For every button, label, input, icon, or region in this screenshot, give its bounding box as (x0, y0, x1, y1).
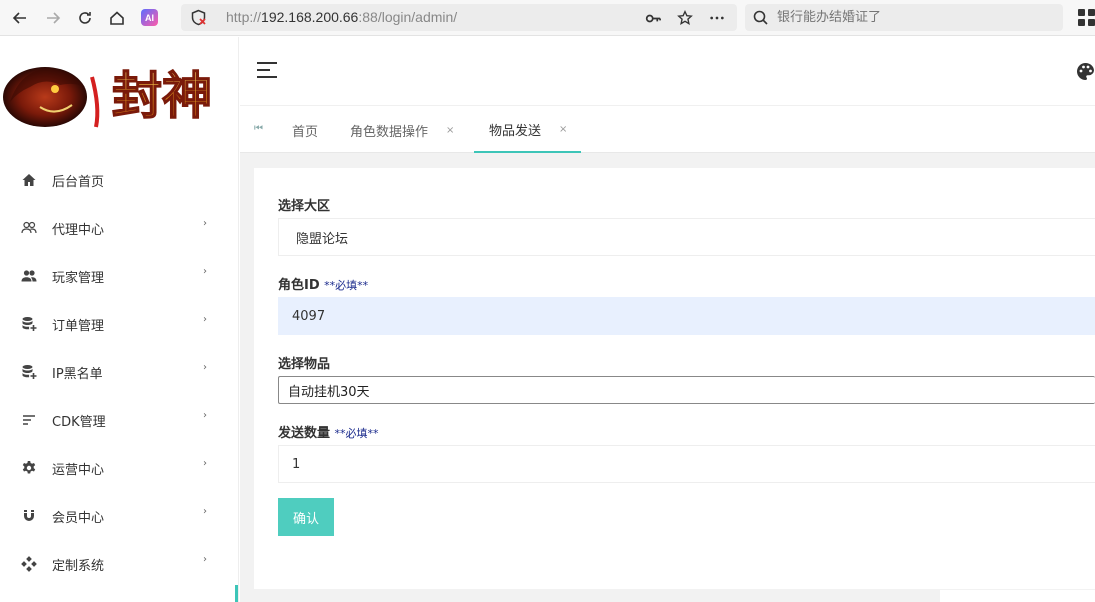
gear-icon (20, 459, 38, 477)
url-text[interactable]: http://192.168.200.66:88/login/admin/ (226, 9, 457, 25)
diamond-dots-icon (20, 555, 38, 573)
sidebar-item-label: 运营中心 (52, 462, 105, 478)
required-hint: **必填** (324, 279, 369, 292)
tab-item-send[interactable]: 物品发送 × (474, 107, 582, 153)
sidebar-item-agent-center[interactable]: 代理中心 › (0, 204, 239, 252)
users-outline-icon (20, 219, 38, 237)
region-label: 选择大区 (278, 199, 331, 214)
chevron-right-icon: › (203, 458, 207, 469)
quantity-label: 发送数量 **必填** (278, 426, 379, 441)
top-header (240, 37, 1095, 106)
tab-close-icon[interactable]: × (446, 125, 454, 136)
tab-home[interactable]: 首页 (292, 107, 318, 153)
sort-lines-icon (20, 411, 38, 429)
palette-icon[interactable] (1076, 62, 1095, 81)
sidebar-item-operation-center[interactable]: 运营中心 › (0, 444, 239, 492)
menu-toggle-icon[interactable] (257, 62, 277, 78)
tab-role-data[interactable]: 角色数据操作 × (350, 107, 454, 153)
address-bar[interactable]: http://192.168.200.66:88/login/admin/ (181, 4, 737, 31)
tab-bar: ⏮ 首页 角色数据操作 × 物品发送 × (240, 107, 1095, 153)
search-input[interactable] (777, 7, 1047, 28)
key-icon[interactable] (644, 9, 662, 27)
sidebar-menu: 后台首页 代理中心 › 玩家管理 › 订单管理 › IP黑名单 › CDK管理 … (0, 156, 239, 588)
more-dots-icon[interactable] (708, 9, 726, 27)
sidebar-item-label: 会员中心 (52, 510, 105, 526)
sidebar-item-order-management[interactable]: 订单管理 › (0, 300, 239, 348)
chevron-right-icon: › (203, 362, 207, 373)
database-add-icon (20, 363, 38, 381)
ai-assistant-icon[interactable]: AI (141, 9, 158, 26)
chevron-right-icon: › (203, 218, 207, 229)
confirm-button[interactable]: 确认 (278, 498, 334, 536)
floating-overlay (940, 590, 1095, 602)
browser-search-box[interactable] (745, 4, 1063, 31)
database-add-icon (20, 315, 38, 333)
browser-toolbar: AI http://192.168.200.66:88/login/admin/ (0, 0, 1095, 36)
sidebar-item-label: 定制系统 (52, 558, 105, 574)
item-select[interactable]: 自动挂机30天 (278, 376, 1095, 404)
chevron-right-icon: › (203, 266, 207, 277)
chevron-right-icon: › (203, 314, 207, 325)
sidebar-item-label: 玩家管理 (52, 270, 105, 286)
sidebar-item-custom-system[interactable]: 定制系统 › (0, 540, 239, 588)
sidebar-item-label: 代理中心 (52, 222, 105, 238)
quantity-input[interactable]: 1 (278, 445, 1095, 483)
search-icon (753, 10, 768, 25)
sidebar-item-player-management[interactable]: 玩家管理 › (0, 252, 239, 300)
sidebar-item-cdk-management[interactable]: CDK管理 › (0, 396, 239, 444)
game-logo: 封神 (0, 47, 236, 137)
insecure-shield-icon[interactable] (190, 9, 207, 26)
chevron-right-icon: › (203, 410, 207, 421)
role-id-label: 角色ID **必填** (278, 278, 369, 293)
region-select[interactable]: 隐盟论坛 (278, 218, 1095, 256)
sidebar-item-ip-blacklist[interactable]: IP黑名单 › (0, 348, 239, 396)
role-id-input[interactable]: 4097 (278, 297, 1095, 335)
reload-icon[interactable] (74, 7, 96, 29)
item-label: 选择物品 (278, 357, 331, 372)
sidebar: 封神 后台首页 代理中心 › 玩家管理 › 订单管理 › IP黑名单 › CDK… (0, 37, 239, 602)
magnet-icon (20, 507, 38, 525)
sidebar-item-label: 订单管理 (52, 318, 105, 334)
home-icon (20, 171, 38, 189)
home-page-icon[interactable] (106, 7, 128, 29)
back-arrow-icon[interactable] (9, 7, 31, 29)
required-hint: **必填** (334, 427, 379, 440)
tab-scroll-left-icon[interactable]: ⏮ (254, 123, 263, 134)
chevron-right-icon: › (203, 506, 207, 517)
sidebar-item-label: 后台首页 (52, 174, 105, 190)
svg-text:封神: 封神 (112, 66, 212, 125)
sidebar-item-label: CDK管理 (52, 414, 106, 430)
forward-arrow-icon[interactable] (42, 7, 64, 29)
chevron-right-icon: › (203, 554, 207, 565)
users-icon (20, 267, 38, 285)
apps-grid-icon[interactable] (1078, 9, 1095, 26)
tab-close-icon[interactable]: × (559, 124, 567, 135)
star-bookmark-icon[interactable] (676, 9, 694, 27)
scroll-indicator (235, 585, 238, 602)
sidebar-item-home[interactable]: 后台首页 (0, 156, 239, 204)
sidebar-item-member-center[interactable]: 会员中心 › (0, 492, 239, 540)
sidebar-item-label: IP黑名单 (52, 366, 103, 382)
